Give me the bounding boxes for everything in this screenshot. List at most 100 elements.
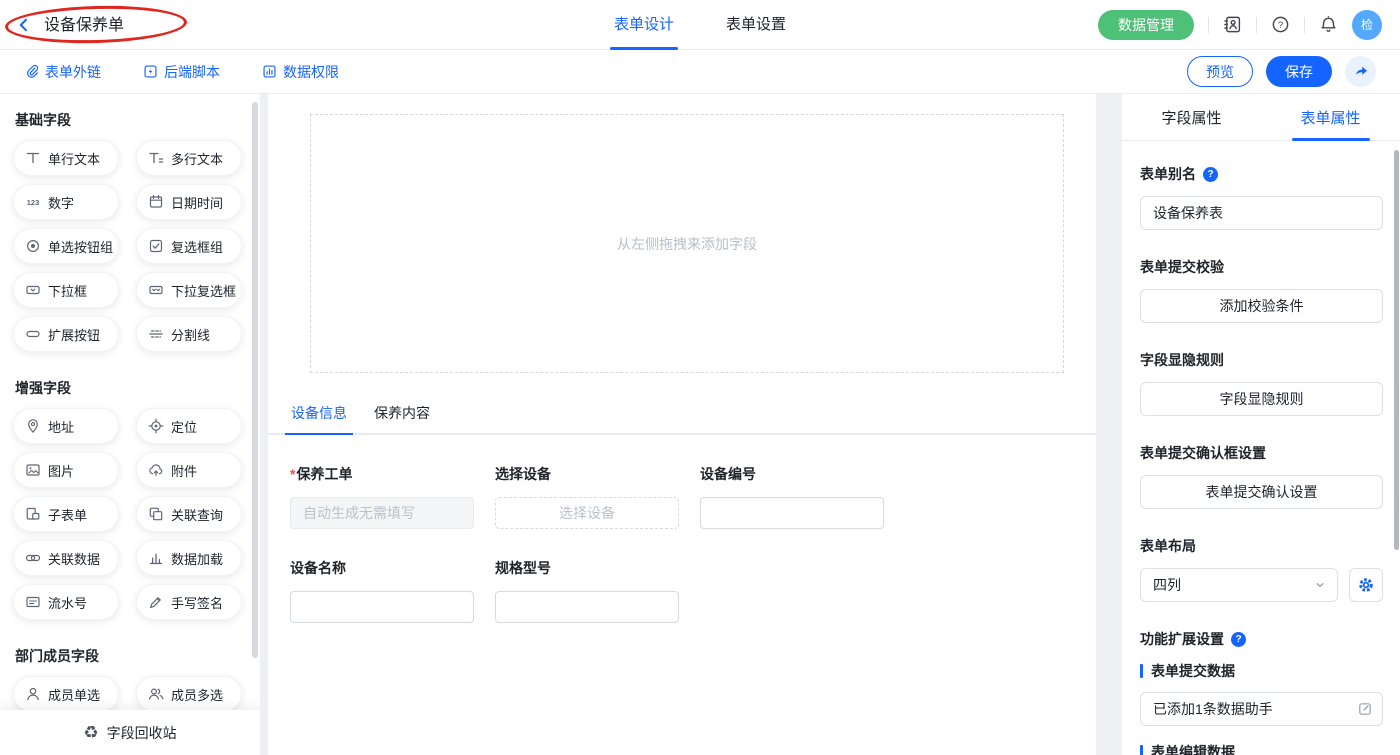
canvas-field-input[interactable] [290, 591, 474, 623]
section-submit-confirm: 表单提交确认框设置 表单提交确认设置 [1140, 443, 1383, 509]
tab-form-settings[interactable]: 表单设置 [726, 0, 786, 50]
canvas-field-label: 设备编号 [700, 464, 884, 484]
field-item-number[interactable]: 数字 [13, 184, 119, 220]
field-recycle-bin[interactable]: ♻ 字段回收站 [0, 710, 260, 755]
extension-settings-label: 功能扩展设置 [1140, 629, 1224, 649]
canvas-field[interactable]: 规格型号 [495, 558, 679, 623]
field-item-member-single[interactable]: 成员单选 [13, 676, 119, 712]
data-load-icon [148, 550, 164, 566]
visibility-rules-label: 字段显隐规则 [1140, 350, 1224, 370]
field-item-member-multi[interactable]: 成员多选 [136, 676, 242, 712]
field-item-subform[interactable]: 子表单 [13, 496, 119, 532]
field-item-relation-data[interactable]: 关联数据 [13, 540, 119, 576]
canvas-field[interactable]: 设备名称 [290, 558, 474, 623]
section-form-layout: 表单布局 四列 [1140, 536, 1383, 602]
layout-settings-button[interactable] [1349, 568, 1383, 602]
panel-scrollbar[interactable] [1394, 150, 1399, 550]
field-item-address[interactable]: 地址 [13, 408, 119, 444]
field-item-single-text[interactable]: 单行文本 [13, 140, 119, 176]
field-item-multi-select[interactable]: 下拉复选框 [136, 272, 242, 308]
section-submit-validation: 表单提交校验 添加校验条件 [1140, 257, 1383, 323]
edit-icon[interactable] [1357, 701, 1373, 717]
attachment-icon [148, 462, 164, 478]
signature-icon [148, 594, 164, 610]
canvas-field-label: 设备名称 [290, 558, 474, 578]
add-validation-button[interactable]: 添加校验条件 [1140, 289, 1383, 323]
accent-bar [1140, 664, 1143, 678]
field-item-radio-group[interactable]: 单选按钮组 [13, 228, 119, 264]
canvas-field-label: 规格型号 [495, 558, 679, 578]
field-item-signature[interactable]: 手写签名 [136, 584, 242, 620]
form-alias-input[interactable]: 设备保养表 [1140, 196, 1383, 230]
field-item-datetime[interactable]: 日期时间 [136, 184, 242, 220]
sidebar-group: 增强字段地址定位图片附件子表单关联查询关联数据数据加载流水号手写签名 [13, 378, 260, 620]
tab-form-design[interactable]: 表单设计 [614, 0, 674, 50]
canvas-field[interactable]: *保养工单自动生成无需填写 [290, 464, 474, 529]
field-item-extend-button[interactable]: 扩展按钮 [13, 316, 119, 352]
panel-tabs: 字段属性 表单属性 [1122, 94, 1400, 141]
canvas-field[interactable]: 选择设备选择设备 [495, 464, 679, 529]
field-item-select[interactable]: 下拉框 [13, 272, 119, 308]
help-icon[interactable] [1203, 167, 1218, 182]
help-icon[interactable] [1231, 632, 1246, 647]
field-item-divider[interactable]: 分割线 [136, 316, 242, 352]
canvas-field-input[interactable]: 自动生成无需填写 [290, 497, 474, 529]
divider [1304, 17, 1305, 33]
layout-select[interactable]: 四列 [1140, 568, 1338, 602]
required-asterisk: * [290, 466, 295, 482]
bell-icon[interactable] [1319, 15, 1338, 34]
chevron-left-icon [16, 17, 32, 33]
data-permission-label: 数据权限 [283, 62, 339, 82]
canvas-field[interactable]: 设备编号 [700, 464, 884, 529]
datetime-icon [148, 194, 164, 210]
help-icon[interactable]: ? [1271, 15, 1290, 34]
canvas-field-input[interactable] [495, 591, 679, 623]
field-item-multi-text[interactable]: 多行文本 [136, 140, 242, 176]
tab-maintenance-content[interactable]: 保养内容 [374, 403, 430, 433]
backend-script-link[interactable]: 后端脚本 [143, 62, 220, 82]
field-item-image[interactable]: 图片 [13, 452, 119, 488]
field-item-data-load[interactable]: 数据加载 [136, 540, 242, 576]
tab-field-properties[interactable]: 字段属性 [1122, 94, 1261, 140]
header-tabs: 表单设计 表单设置 [614, 0, 786, 50]
data-permission-link[interactable]: 数据权限 [262, 62, 339, 82]
tab-device-info[interactable]: 设备信息 [291, 403, 347, 433]
share-button[interactable] [1345, 56, 1376, 87]
submit-confirm-button[interactable]: 表单提交确认设置 [1140, 475, 1383, 509]
field-item-label: 关联数据 [48, 549, 100, 568]
back-button[interactable] [16, 17, 32, 33]
field-item-attachment[interactable]: 附件 [136, 452, 242, 488]
relation-data-icon [25, 550, 41, 566]
dropzone[interactable]: 从左侧拖拽来添加字段 [310, 114, 1064, 373]
app-header: 设备保养单 表单设计 表单设置 数据管理 ? 检 [0, 0, 1400, 50]
page-title[interactable]: 设备保养单 [42, 9, 130, 41]
field-item-label: 附件 [171, 461, 197, 480]
field-item-checkbox-group[interactable]: 复选框组 [136, 228, 242, 264]
field-item-label: 流水号 [48, 593, 87, 612]
data-manage-button[interactable]: 数据管理 [1098, 10, 1194, 40]
sidebar-scrollbar[interactable] [252, 102, 258, 658]
properties-panel: 字段属性 表单属性 表单别名 设备保养表 表单提交校验 添加校验条件 字段显隐规… [1122, 94, 1400, 755]
field-item-label: 日期时间 [171, 193, 223, 212]
avatar[interactable]: 检 [1352, 10, 1382, 40]
chevron-down-icon [1313, 578, 1327, 592]
field-item-relation-query[interactable]: 关联查询 [136, 496, 242, 532]
tab-form-properties[interactable]: 表单属性 [1261, 94, 1400, 140]
form-external-link[interactable]: 表单外链 [24, 62, 101, 82]
canvas-field-input[interactable]: 选择设备 [495, 497, 679, 529]
submit-data-field[interactable]: 已添加1条数据助手 [1140, 692, 1383, 726]
member-single-icon [25, 686, 41, 702]
canvas-field-label: *保养工单 [290, 464, 474, 484]
preview-button[interactable]: 预览 [1187, 56, 1253, 87]
address-book-icon[interactable] [1223, 15, 1242, 34]
save-button[interactable]: 保存 [1266, 56, 1332, 87]
gear-icon [1357, 576, 1375, 594]
field-item-locate[interactable]: 定位 [136, 408, 242, 444]
field-item-serial-number[interactable]: 流水号 [13, 584, 119, 620]
visibility-rules-button[interactable]: 字段显隐规则 [1140, 382, 1383, 416]
field-item-label: 多行文本 [171, 149, 223, 168]
multi-select-icon [148, 282, 164, 298]
sidebar-group-items: 地址定位图片 附件子表单关联查询关联数据 数据加载流水号 手写签名 [13, 408, 260, 620]
canvas-field-input[interactable] [700, 497, 884, 529]
sidebar-groups: 基础字段单行文本多行文本数字日期时间单选按钮组复选框组下拉框下拉复选框扩展按钮分… [13, 110, 260, 755]
